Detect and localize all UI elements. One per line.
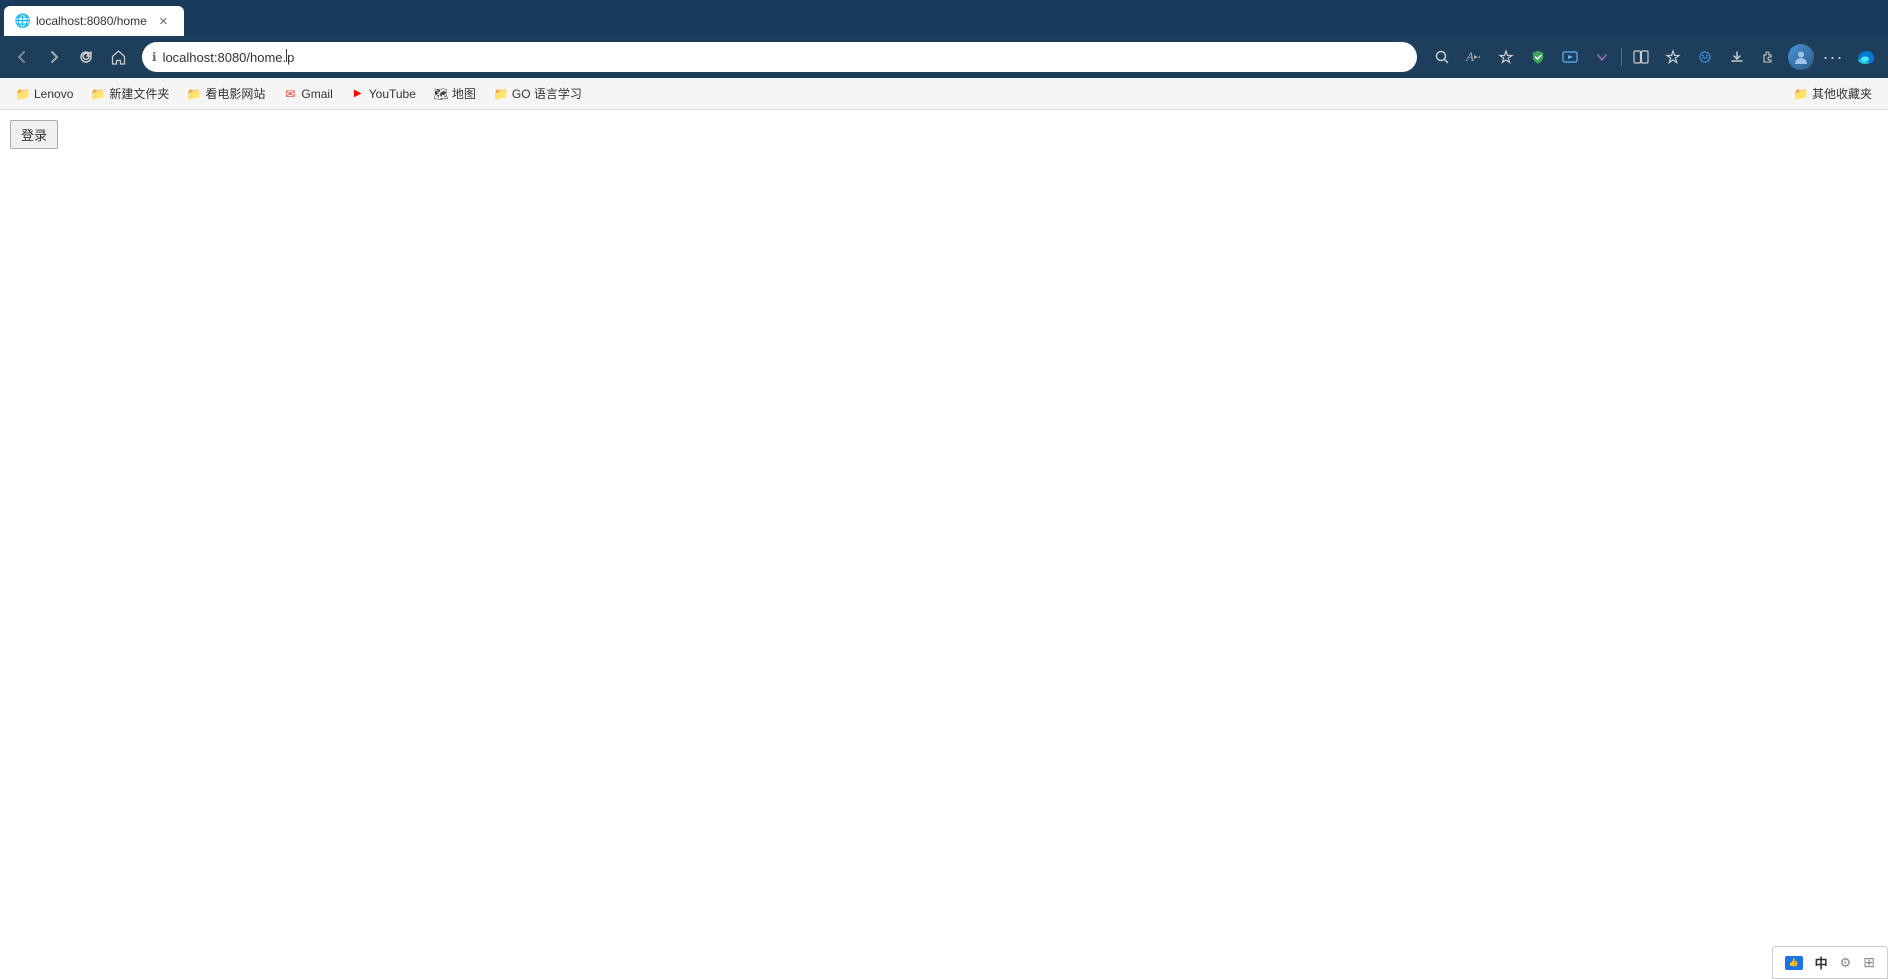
- tab-title: localhost:8080/home: [36, 14, 147, 28]
- browser-chrome: 🌐 localhost:8080/home ✕: [0, 0, 1888, 110]
- bookmark-label: 其他收藏夹: [1812, 85, 1872, 102]
- bookmark-gmail[interactable]: ✉ Gmail: [275, 84, 340, 104]
- thumb-icon: 👍: [1785, 956, 1803, 970]
- bookmark-youtube[interactable]: ▶ YouTube: [343, 84, 424, 104]
- vidown-icon[interactable]: [1587, 42, 1617, 72]
- page-content: 登录: [0, 110, 1888, 979]
- folder-icon: 📁: [16, 87, 30, 101]
- youtube-icon: ▶: [351, 87, 365, 101]
- profile-button[interactable]: [1786, 42, 1816, 72]
- info-icon: ℹ: [152, 50, 157, 64]
- bookmark-lenovo[interactable]: 📁 Lenovo: [8, 84, 81, 104]
- bookmarks-bar: 📁 Lenovo 📁 新建文件夹 📁 看电影网站 ✉ Gmail ▶ YouTu…: [0, 78, 1888, 110]
- folder-icon: 📁: [494, 87, 508, 101]
- thumb-up-button[interactable]: 👍: [1781, 954, 1807, 972]
- nav-bar: ℹ localhost:8080/home.p A: [0, 36, 1888, 78]
- folder-icon: 📁: [1794, 87, 1808, 101]
- bookmark-label: YouTube: [369, 87, 416, 101]
- bookmark-new-folder[interactable]: 📁 新建文件夹: [83, 82, 177, 105]
- bookmark-movie-site[interactable]: 📁 看电影网站: [179, 82, 273, 105]
- divider-1: [1621, 48, 1622, 66]
- toolbar-right: A: [1427, 42, 1880, 72]
- favorites-icon[interactable]: [1658, 42, 1688, 72]
- video-popout-icon[interactable]: [1555, 42, 1585, 72]
- ime-icon: ⚙: [1840, 955, 1852, 971]
- more-button[interactable]: ···: [1818, 42, 1848, 72]
- tab-bar: 🌐 localhost:8080/home ✕: [0, 0, 1888, 36]
- bookmark-label: 地图: [452, 85, 476, 102]
- bookmark-others[interactable]: 📁 其他收藏夹: [1786, 82, 1880, 105]
- status-bar: 👍 中 ⚙ ⊞: [1772, 946, 1888, 979]
- gmail-icon: ✉: [283, 87, 297, 101]
- maps-icon: 🗺: [434, 87, 448, 101]
- login-button[interactable]: 登录: [10, 120, 58, 149]
- grid-button[interactable]: ⊞: [1859, 952, 1879, 973]
- bookmark-label: 看电影网站: [205, 85, 265, 102]
- edge-icon[interactable]: [1850, 42, 1880, 72]
- star-icon[interactable]: [1491, 42, 1521, 72]
- extensions-icon[interactable]: [1754, 42, 1784, 72]
- bookmark-maps[interactable]: 🗺 地图: [426, 82, 484, 105]
- avatar: [1788, 44, 1814, 70]
- active-tab[interactable]: 🌐 localhost:8080/home ✕: [4, 6, 184, 36]
- copilot-icon[interactable]: [1690, 42, 1720, 72]
- lang-button[interactable]: 中: [1811, 951, 1832, 974]
- folder-icon: 📁: [91, 87, 105, 101]
- refresh-button[interactable]: [72, 43, 100, 71]
- folder-icon: 📁: [187, 87, 201, 101]
- tab-favicon: 🌐: [16, 14, 30, 28]
- forward-button[interactable]: [40, 43, 68, 71]
- grid-icon: ⊞: [1863, 954, 1875, 971]
- home-button[interactable]: [104, 43, 132, 71]
- bookmark-go-lang[interactable]: 📁 GO 语言学习: [486, 82, 590, 105]
- bookmark-label: GO 语言学习: [512, 85, 582, 102]
- bookmark-label: 新建文件夹: [109, 85, 169, 102]
- bookmark-label: Gmail: [301, 87, 332, 101]
- split-screen-icon[interactable]: [1626, 42, 1656, 72]
- tab-close-button[interactable]: ✕: [155, 13, 172, 30]
- address-text: localhost:8080/home.p: [163, 49, 1407, 65]
- address-bar[interactable]: ℹ localhost:8080/home.p: [142, 42, 1417, 72]
- back-button[interactable]: [8, 43, 36, 71]
- ime-settings-button[interactable]: ⚙: [1836, 953, 1856, 973]
- bookmark-label: Lenovo: [34, 87, 73, 101]
- download-icon[interactable]: [1722, 42, 1752, 72]
- lang-label: 中: [1815, 953, 1828, 972]
- read-aloud-icon[interactable]: A: [1459, 42, 1489, 72]
- shield-icon[interactable]: [1523, 42, 1553, 72]
- search-icon[interactable]: [1427, 42, 1457, 72]
